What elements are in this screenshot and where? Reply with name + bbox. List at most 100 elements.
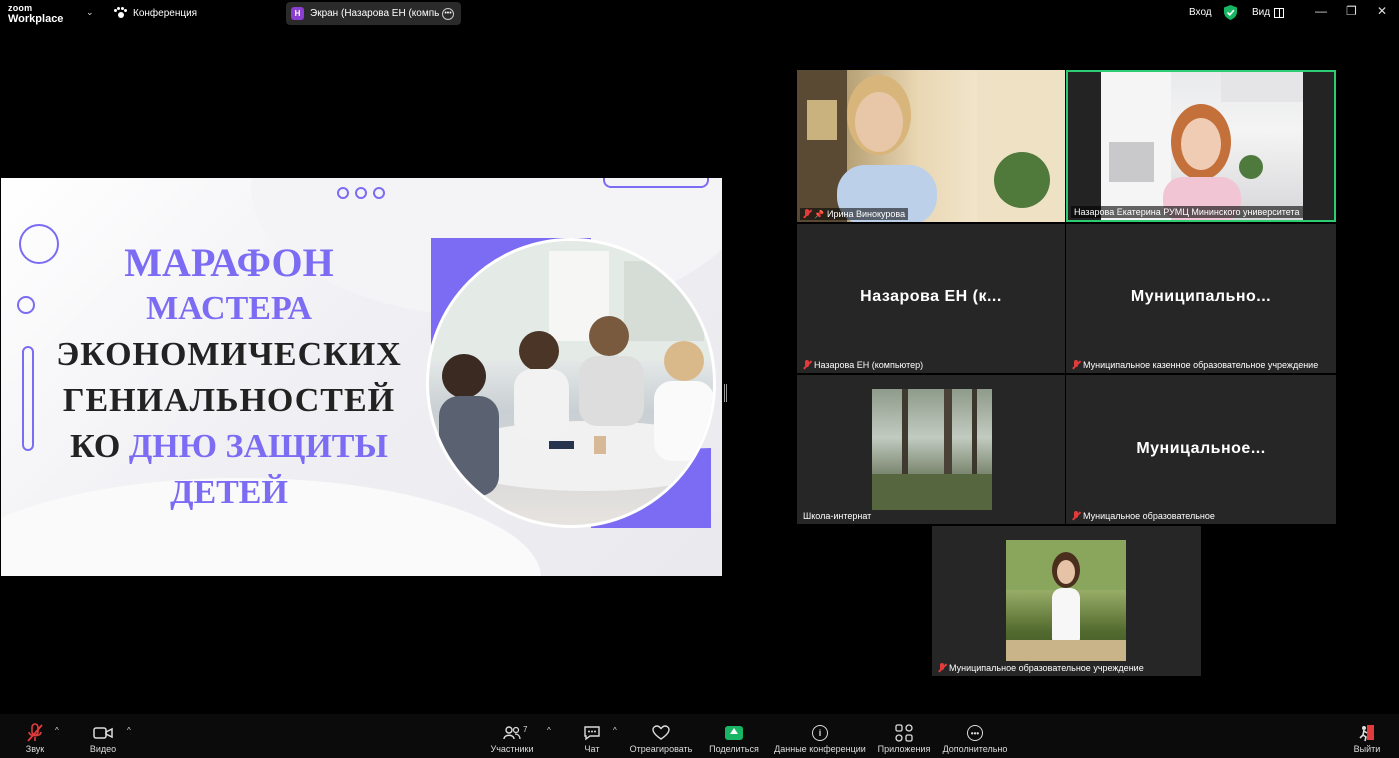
- view-label: Вид: [1252, 7, 1271, 18]
- title-line: детей: [170, 474, 288, 511]
- chevron-down-icon[interactable]: ⌄: [86, 7, 94, 18]
- participant-video-tile[interactable]: 📌 Ирина Винокурова: [797, 70, 1065, 222]
- participant-name: Муниципальное образовательное учреждение: [949, 663, 1144, 673]
- resize-handle[interactable]: [724, 384, 727, 402]
- participants-label: Участники: [490, 744, 534, 754]
- mic-muted-icon: [1072, 360, 1080, 370]
- title-line: ко дню защиты: [41, 424, 417, 470]
- participant-tile[interactable]: Назарова ЕН (к... Назарова ЕН (компьютер…: [797, 224, 1065, 373]
- apps-button[interactable]: Приложения: [875, 714, 933, 758]
- participant-display-name: Муниципально...: [1130, 288, 1272, 305]
- participant-name: Муниципальное казенное образовательное у…: [1083, 360, 1319, 370]
- zoom-workplace-logo[interactable]: zoom Workplace: [8, 2, 64, 25]
- participant-tile[interactable]: Муницальное... Муницальное образовательн…: [1066, 375, 1336, 524]
- mic-muted-icon: [1072, 511, 1080, 521]
- close-button[interactable]: ✕: [1377, 4, 1387, 18]
- chat-label: Чат: [584, 744, 600, 754]
- logo-line2: Workplace: [8, 13, 64, 25]
- participant-name-label: Муниципальное образовательное учреждение: [935, 662, 1147, 674]
- participants-options-caret[interactable]: ^: [547, 726, 551, 735]
- meeting-info-label: Данные конференции: [774, 744, 866, 754]
- participant-video: [872, 389, 992, 510]
- mic-muted-icon: [938, 663, 946, 673]
- team-meeting-photo: [426, 238, 716, 528]
- screen-share-tab[interactable]: Н Экран (Назарова ЕН (компьютер •••: [286, 2, 461, 25]
- title-part-accent: дню защиты: [128, 428, 388, 465]
- participant-name-label: Муницальное образовательное: [1069, 510, 1218, 522]
- participant-name-label: Назарова ЕН (компьютер): [800, 359, 926, 371]
- share-label: Поделиться: [709, 744, 759, 754]
- participant-name: Школа-интернат: [803, 511, 872, 521]
- title-part: ко: [70, 428, 129, 465]
- more-label: Дополнительно: [942, 744, 1008, 754]
- logo-line1: zoom: [8, 3, 33, 13]
- participant-name: Назарова Екатерина РУМЦ Мининского униве…: [1074, 207, 1300, 217]
- mic-muted-icon: [803, 209, 811, 219]
- more-dots-icon: •••: [967, 725, 983, 741]
- share-button[interactable]: Поделиться: [707, 714, 761, 758]
- participant-video-tile-active-speaker[interactable]: Назарова Екатерина РУМЦ Мининского униве…: [1066, 70, 1336, 222]
- minimize-button[interactable]: —: [1315, 4, 1327, 18]
- audio-button[interactable]: Звук: [18, 714, 52, 758]
- meeting-controls: Звук ^ Видео ^ Участники 7 ^ Чат ^ Отреа…: [0, 714, 1399, 758]
- view-button[interactable]: Вид: [1252, 7, 1285, 18]
- meeting-info-button[interactable]: i Данные конференции: [772, 714, 868, 758]
- audio-options-caret[interactable]: ^: [55, 726, 59, 735]
- title-bar: zoom Workplace ⌄ Конференция Н Экран (На…: [0, 0, 1399, 26]
- conference-label: Конференция: [133, 7, 198, 19]
- react-button[interactable]: Отреагировать: [629, 714, 693, 758]
- video-camera-icon: [88, 722, 118, 744]
- shared-screen-slide: Марафон мастера экономических гениальнос…: [1, 178, 722, 576]
- video-button[interactable]: Видео: [86, 714, 120, 758]
- conference-tab[interactable]: Конференция: [114, 7, 197, 19]
- title-line: Марафон: [124, 240, 334, 285]
- apps-label: Приложения: [877, 744, 931, 754]
- participant-name-label: Школа-интернат: [800, 510, 874, 522]
- participant-video: [1006, 540, 1126, 661]
- chat-options-caret[interactable]: ^: [613, 726, 617, 735]
- heart-icon: [646, 722, 676, 744]
- video-options-caret[interactable]: ^: [127, 726, 131, 735]
- chat-bubble-icon: [577, 722, 607, 744]
- chat-button[interactable]: Чат: [579, 714, 605, 758]
- more-button[interactable]: ••• Дополнительно: [939, 714, 1011, 758]
- share-screen-icon: [725, 726, 743, 740]
- react-label: Отреагировать: [629, 744, 693, 754]
- shield-check-icon[interactable]: [1224, 5, 1237, 20]
- leave-door-icon: [1352, 722, 1382, 744]
- sharer-avatar-badge: Н: [291, 7, 304, 20]
- info-icon: i: [812, 725, 828, 741]
- title-line: экономических: [56, 336, 402, 373]
- participant-name: Ирина Винокурова: [826, 209, 906, 219]
- slide-title: Марафон мастера экономических гениальнос…: [41, 240, 417, 516]
- screen-tab-label: Экран (Назарова ЕН (компьютер: [310, 8, 440, 19]
- participant-video: [1101, 72, 1303, 220]
- grid-view-icon: [1274, 7, 1285, 18]
- participant-display-name: Муницальное...: [1136, 440, 1266, 457]
- title-line: гениальностей: [62, 382, 396, 419]
- more-icon-wrap: •••: [960, 722, 990, 744]
- decor-circle: [17, 296, 35, 314]
- info-icon-wrap: i: [805, 722, 835, 744]
- leave-label: Выйти: [1353, 744, 1381, 754]
- title-line: мастера: [146, 290, 312, 327]
- apps-icon: [889, 722, 919, 744]
- participant-display-name: Назарова ЕН (к...: [860, 288, 1002, 305]
- more-options-icon[interactable]: •••: [442, 7, 454, 20]
- participant-name-label: 📌 Ирина Винокурова: [800, 208, 909, 220]
- mic-muted-icon: [20, 722, 50, 744]
- participant-tile[interactable]: Муниципально... Муниципальное казенное о…: [1066, 224, 1336, 373]
- audio-label: Звук: [25, 744, 45, 754]
- decor-bar: [22, 346, 34, 451]
- decor-pill: [603, 178, 709, 188]
- leave-button[interactable]: Выйти: [1352, 714, 1382, 758]
- paw-icon: [114, 7, 127, 19]
- participants-button[interactable]: Участники: [489, 714, 535, 758]
- decor-dots: [337, 187, 385, 199]
- restore-button[interactable]: ❐: [1346, 4, 1357, 18]
- slide-photo-group: [421, 238, 716, 528]
- participants-count: 7: [523, 725, 528, 734]
- login-button[interactable]: Вход: [1189, 7, 1212, 18]
- mic-muted-icon: [803, 360, 811, 370]
- participant-name: Муницальное образовательное: [1083, 511, 1215, 521]
